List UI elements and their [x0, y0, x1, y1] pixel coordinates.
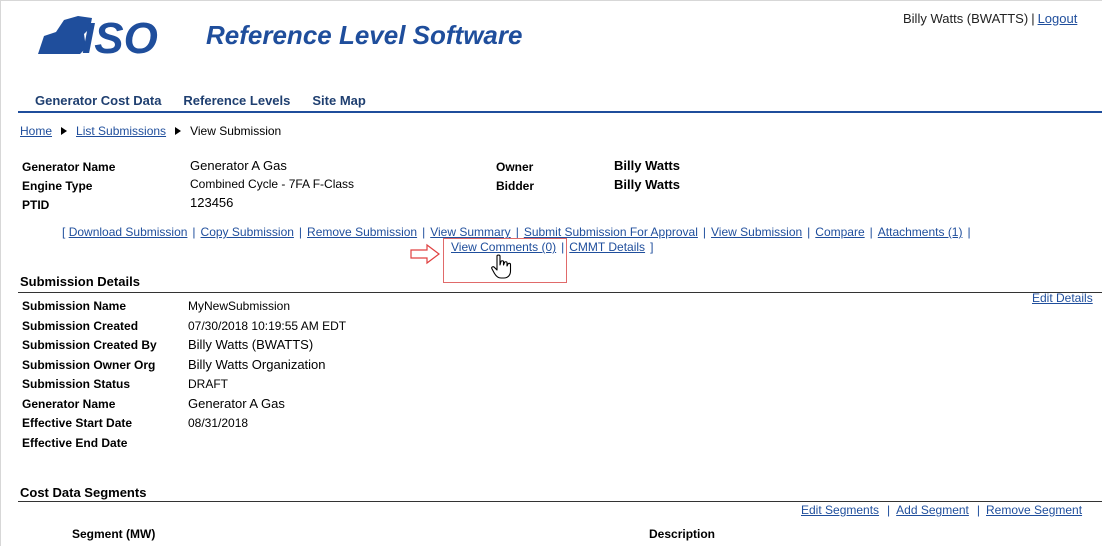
action-pipe: | [967, 225, 971, 239]
submission-details-divider [18, 292, 1102, 293]
segment-actions: Edit Segments | Add Segment | Remove Segment [801, 503, 1082, 517]
hand-cursor-icon [491, 254, 512, 279]
pointer-arrow-icon [410, 243, 440, 265]
action-pipe: | [298, 225, 303, 239]
breadcrumb-arrow-icon [175, 127, 182, 135]
action-pipe: | [192, 225, 196, 239]
cmmt-details-link[interactable]: CMMT Details [569, 240, 645, 254]
view-submission-link[interactable]: View Submission [711, 225, 802, 239]
bidder-value: Billy Watts [614, 177, 680, 192]
user-area: Billy Watts (BWATTS) | Logout [903, 11, 1077, 26]
cost-data-segments-title: Cost Data Segments [20, 485, 147, 500]
detail-label: Submission Created [22, 319, 139, 333]
remove-segment-link[interactable]: Remove Segment [986, 503, 1082, 517]
detail-label: Submission Owner Org [22, 358, 156, 372]
generator-name-label: Generator Name [22, 160, 116, 174]
detail-label: Effective End Date [22, 436, 128, 450]
nav-site-map[interactable]: Site Map [312, 93, 365, 108]
attachments-link[interactable]: Attachments (1) [878, 225, 963, 239]
nav-reference-levels[interactable]: Reference Levels [183, 93, 290, 108]
action-pipe: | [422, 225, 426, 239]
user-separator: | [1031, 11, 1035, 26]
nav-underline [18, 111, 1102, 113]
action-links: [ Download Submission | Copy Submission | Re… [62, 225, 976, 239]
action-pipe: | [702, 225, 707, 239]
description-header: Description [649, 527, 716, 541]
detail-value: DRAFT [188, 377, 228, 391]
detail-value: Generator A Gas [188, 396, 285, 411]
copy-submission-link[interactable]: Copy Submission [201, 225, 294, 239]
action-pipe: | [869, 225, 873, 239]
owner-label: Owner [496, 160, 534, 174]
ptid-label: PTID [22, 198, 50, 212]
generator-name-value: Generator A Gas [190, 158, 287, 173]
segment-mw-header: Segment (MW) [72, 527, 156, 541]
detail-label: Generator Name [22, 397, 116, 411]
detail-value: 08/31/2018 [188, 416, 249, 430]
submission-details-title: Submission Details [20, 274, 140, 289]
detail-label: Submission Created By [22, 338, 157, 352]
detail-value: 07/30/2018 10:19:55 AM EDT [188, 319, 347, 333]
detail-value: MyNewSubmission [188, 299, 291, 313]
app-title: Reference Level Software [206, 20, 523, 50]
download-submission-link[interactable]: Download Submission [69, 225, 188, 239]
logo-text: ISO [82, 14, 158, 58]
detail-label: Submission Status [22, 377, 131, 391]
action-close-bracket: ] [650, 240, 654, 254]
logout-link[interactable]: Logout [1038, 11, 1078, 26]
detail-label: Submission Name [22, 299, 127, 313]
main-nav: Generator Cost Data Reference Levels Site … [35, 93, 388, 108]
detail-value: Billy Watts Organization [188, 357, 326, 372]
owner-value: Billy Watts [614, 158, 680, 173]
breadcrumb-arrow-icon [61, 127, 68, 135]
bidder-label: Bidder [496, 179, 535, 193]
breadcrumb: Home List Submissions View Submission [20, 124, 281, 138]
edit-segments-link[interactable]: Edit Segments [801, 503, 879, 517]
submit-for-approval-link[interactable]: Submit Submission For Approval [524, 225, 698, 239]
view-summary-link[interactable]: View Summary [430, 225, 510, 239]
action-pipe: | [515, 225, 519, 239]
add-segment-link[interactable]: Add Segment [896, 503, 969, 517]
ptid-value: 123456 [190, 195, 234, 210]
compare-link[interactable]: Compare [815, 225, 864, 239]
detail-label: Effective Start Date [22, 416, 133, 430]
remove-submission-link[interactable]: Remove Submission [307, 225, 417, 239]
nyiso-logo: ISO [38, 14, 158, 58]
breadcrumb-home[interactable]: Home [20, 124, 52, 138]
detail-value: Billy Watts (BWATTS) [188, 337, 314, 352]
engine-type-value: Combined Cycle - 7FA F-Class [190, 177, 355, 191]
action-pipe: | [807, 225, 811, 239]
breadcrumb-current: View Submission [190, 124, 282, 138]
segment-pipe: | [976, 503, 981, 517]
segment-pipe: | [887, 503, 891, 517]
nav-generator-cost-data[interactable]: Generator Cost Data [35, 93, 161, 108]
action-open-bracket: [ [62, 225, 66, 239]
breadcrumb-list-submissions[interactable]: List Submissions [76, 124, 166, 138]
user-name: Billy Watts (BWATTS) [903, 11, 1029, 26]
segments-divider [18, 501, 1102, 502]
edit-details-link[interactable]: Edit Details [1032, 291, 1093, 305]
engine-type-label: Engine Type [22, 179, 93, 193]
